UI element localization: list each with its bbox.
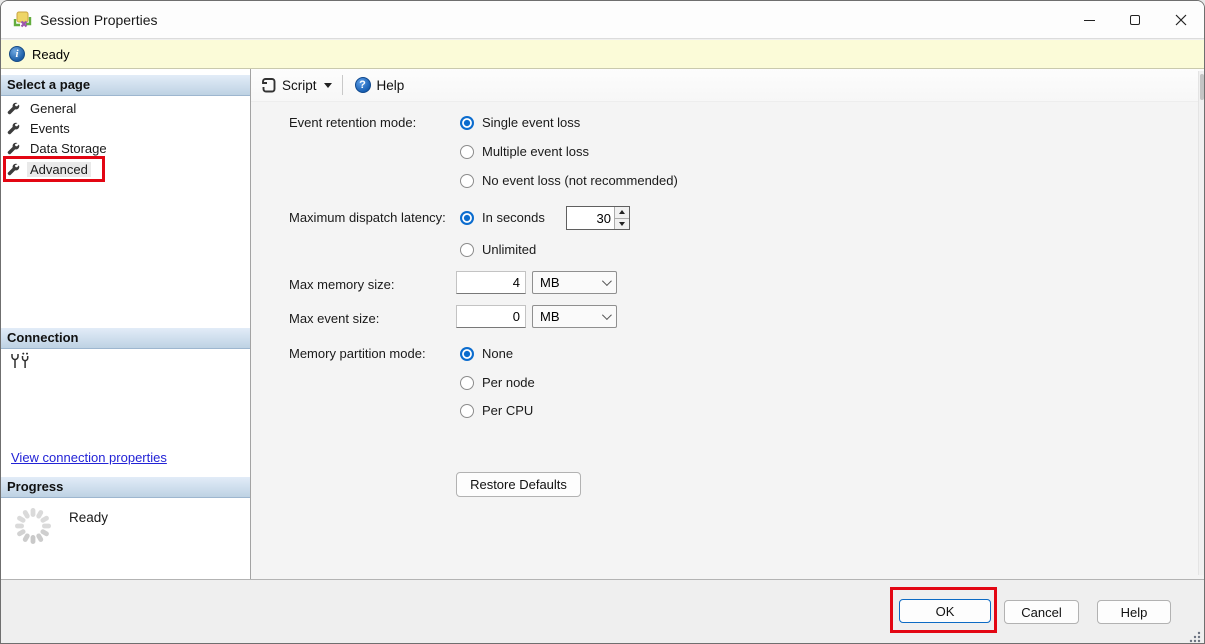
window-controls [1066, 1, 1204, 39]
spinner-buttons [614, 207, 629, 229]
script-icon [260, 77, 276, 93]
radio-label: Unlimited [482, 242, 536, 257]
radio-unlimited[interactable]: Unlimited [460, 242, 536, 257]
radio-icon [460, 243, 474, 257]
event-retention-label: Event retention mode: [289, 115, 416, 130]
session-icon [13, 11, 32, 29]
script-button-label: Script [282, 78, 317, 93]
resize-grip[interactable] [1187, 629, 1201, 643]
spin-up-button[interactable] [615, 207, 629, 218]
memory-partition-label: Memory partition mode: [289, 346, 426, 361]
radio-per-cpu[interactable]: Per CPU [460, 403, 533, 418]
main-panel: Script ? Help Event retention mode: Sing… [251, 69, 1205, 579]
sidebar-item-label: Data Storage [27, 141, 110, 156]
scrollbar-thumb[interactable] [1200, 74, 1204, 100]
help-button-label: Help [377, 78, 405, 93]
cancel-button[interactable]: Cancel [1004, 600, 1079, 624]
restore-defaults-button[interactable]: Restore Defaults [456, 472, 581, 497]
ok-button[interactable]: OK [899, 599, 991, 623]
status-banner: i Ready [1, 40, 1204, 69]
triangle-down-icon [619, 222, 625, 226]
wrench-icon [7, 142, 20, 155]
maximize-button[interactable] [1112, 1, 1158, 39]
sidebar-item-general[interactable]: General [7, 98, 79, 118]
radio-label: None [482, 346, 513, 361]
max-event-size-input[interactable] [456, 305, 526, 328]
radio-icon [460, 404, 474, 418]
radio-icon [460, 376, 474, 390]
radio-icon [460, 145, 474, 159]
progress-status-text: Ready [69, 510, 108, 525]
radio-label: Multiple event loss [482, 144, 589, 159]
toolbar-separator [342, 75, 343, 95]
progress-header: Progress [1, 477, 250, 498]
max-event-size-label: Max event size: [289, 311, 379, 326]
chevron-down-icon [602, 276, 612, 286]
combo-value: MB [540, 275, 560, 290]
max-memory-unit-select[interactable]: MB [532, 271, 617, 294]
sidebar-item-label: Events [27, 121, 73, 136]
radio-label: No event loss (not recommended) [482, 173, 678, 188]
radio-multiple-event-loss[interactable]: Multiple event loss [460, 144, 589, 159]
radio-label: In seconds [482, 210, 545, 225]
radio-label: Per node [482, 375, 535, 390]
chevron-down-icon [324, 83, 332, 88]
script-button[interactable]: Script [256, 72, 336, 98]
status-banner-text: Ready [32, 47, 70, 62]
wrench-icon [7, 102, 20, 115]
footer: OK Cancel Help [1, 579, 1204, 644]
sidebar-item-label: General [27, 101, 79, 116]
connection-icon [10, 352, 32, 369]
info-icon: i [9, 46, 25, 62]
session-properties-dialog: Session Properties i Ready Select a page… [0, 0, 1205, 644]
help-icon: ? [355, 77, 371, 93]
spin-down-button[interactable] [615, 218, 629, 230]
chevron-down-icon [602, 310, 612, 320]
sidebar: Select a page General Events Data Storag… [1, 69, 251, 579]
wrench-icon [7, 163, 20, 176]
progress-spinner-icon [13, 506, 53, 546]
max-event-unit-select[interactable]: MB [532, 305, 617, 328]
sidebar-item-data-storage[interactable]: Data Storage [7, 138, 110, 158]
radio-none[interactable]: None [460, 346, 513, 361]
max-memory-size-label: Max memory size: [289, 277, 394, 292]
dialog-body: Select a page General Events Data Storag… [1, 69, 1204, 579]
connection-header: Connection [1, 328, 250, 349]
triangle-up-icon [619, 210, 625, 214]
radio-checked-icon [460, 211, 474, 225]
radio-icon [460, 174, 474, 188]
radio-label: Per CPU [482, 403, 533, 418]
minimize-button[interactable] [1066, 1, 1112, 39]
close-icon [1175, 14, 1187, 26]
sidebar-item-events[interactable]: Events [7, 118, 73, 138]
toolbar: Script ? Help [251, 69, 1205, 102]
title-bar[interactable]: Session Properties [1, 1, 1204, 39]
select-a-page-header: Select a page [1, 75, 250, 96]
sidebar-item-label: Advanced [27, 162, 91, 177]
radio-no-event-loss[interactable]: No event loss (not recommended) [460, 173, 678, 188]
radio-checked-icon [460, 347, 474, 361]
view-connection-properties-link[interactable]: View connection properties [11, 450, 167, 465]
radio-checked-icon [460, 116, 474, 130]
minimize-icon [1084, 20, 1095, 21]
max-memory-size-input[interactable] [456, 271, 526, 294]
help-button[interactable]: ? Help [351, 72, 409, 98]
close-button[interactable] [1158, 1, 1204, 39]
radio-single-event-loss[interactable]: Single event loss [460, 115, 580, 130]
radio-per-node[interactable]: Per node [460, 375, 535, 390]
radio-in-seconds[interactable]: In seconds [460, 210, 545, 225]
combo-value: MB [540, 309, 560, 324]
maximize-icon [1130, 15, 1140, 25]
dispatch-latency-label: Maximum dispatch latency: [289, 210, 446, 225]
vertical-scrollbar[interactable] [1198, 71, 1204, 575]
dispatch-seconds-input[interactable] [567, 207, 614, 229]
window-title: Session Properties [40, 12, 158, 28]
dispatch-seconds-spinner [566, 206, 630, 230]
wrench-icon [7, 122, 20, 135]
help-dialog-button[interactable]: Help [1097, 600, 1171, 624]
radio-label: Single event loss [482, 115, 580, 130]
sidebar-item-advanced[interactable]: Advanced [7, 159, 91, 179]
